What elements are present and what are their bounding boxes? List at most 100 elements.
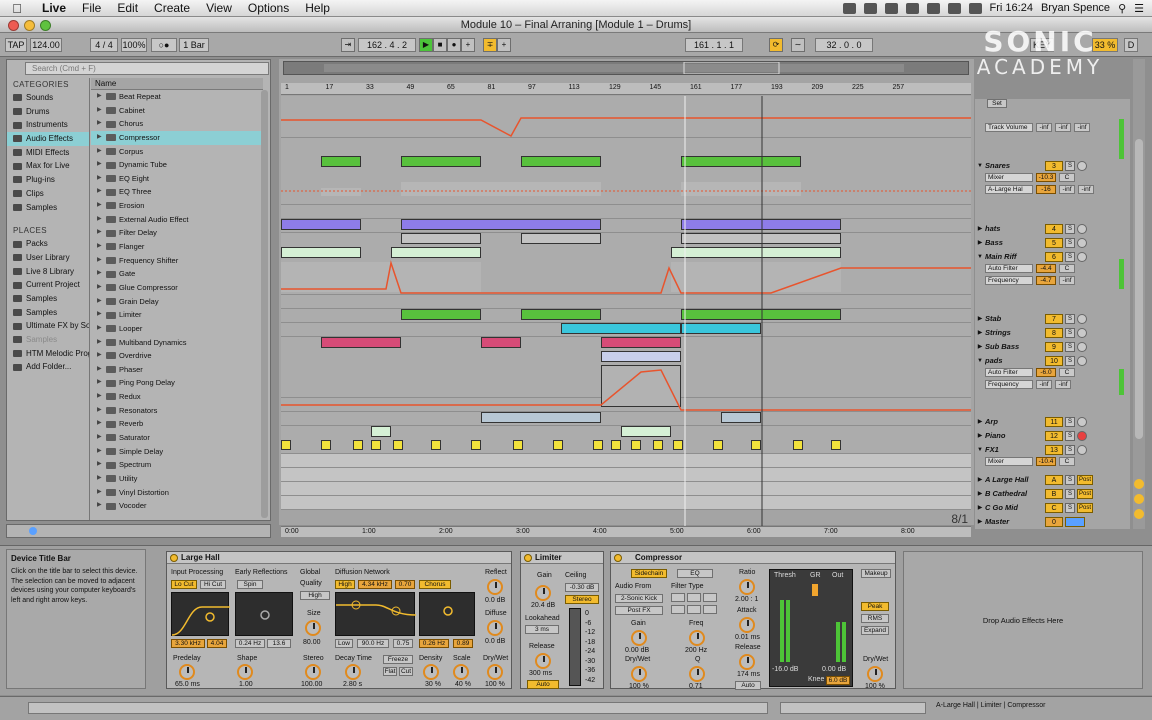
out-value[interactable]: 0.00 dB [822,666,846,673]
menu-options[interactable]: Options [240,1,297,15]
expand-icon[interactable]: ▶ [97,158,103,172]
sidechain-button[interactable]: Sidechain [631,569,667,578]
stereo-knob[interactable] [305,664,321,680]
quality-select[interactable]: High [300,591,330,600]
device-drop-area[interactable]: Drop Audio Effects Here [903,551,1143,689]
lane-stab[interactable] [281,295,971,309]
fold-icon[interactable]: ▼ [975,163,985,169]
fx1-clip[interactable] [793,440,803,450]
density-knob[interactable] [423,664,439,680]
return-a[interactable]: ▶ A Large Hall A S Post [975,473,1130,486]
device-list-item[interactable]: ▶ Filter Delay [91,226,263,240]
clip[interactable] [561,323,681,334]
value-field[interactable]: -4.4 [1036,264,1056,273]
value-field[interactable]: C [1059,264,1075,273]
loop-length[interactable]: 32 . 0 . 0 [815,38,873,52]
track-name[interactable]: C Go Mid [985,503,1043,512]
preview-icon[interactable] [29,527,37,535]
arm-button[interactable] [1077,430,1087,441]
device-power-icon[interactable] [524,554,532,562]
track-name[interactable]: Stab [985,314,1043,323]
metronome-button[interactable]: ○● [151,38,177,52]
volume-field[interactable]: -10.4 [1036,457,1056,466]
fx1-clip[interactable] [751,440,761,450]
menu-view[interactable]: View [198,1,240,15]
tap-button[interactable]: TAP [5,38,27,52]
clip[interactable] [481,412,601,423]
follow-icon[interactable]: ⇥ [341,38,355,52]
set-button[interactable]: Set [987,99,1007,108]
reflect-knob[interactable] [487,579,503,595]
release-knob[interactable] [739,654,755,670]
device-list-item[interactable]: ▶ Gate [91,267,263,281]
diffuse-knob[interactable] [487,620,503,636]
expand-icon[interactable]: ▶ [97,431,103,445]
zoom-field[interactable]: 100% [121,38,147,52]
battery-icon[interactable] [968,2,982,14]
fx1-clip[interactable] [593,440,603,450]
value-field[interactable]: -inf [1036,380,1052,389]
expand-icon[interactable]: ▶ [97,185,103,199]
track-main-riff[interactable]: ▼ Main Riff 6 S [975,250,1130,263]
solo-button[interactable]: S [1065,237,1075,248]
fx1-clip[interactable] [393,440,403,450]
master-track[interactable]: ▶ Master 0 [975,515,1130,528]
filter-type-icon[interactable] [671,593,685,602]
volume-field[interactable]: -10.3 [1036,173,1056,182]
master-activator[interactable]: 0 [1045,516,1063,527]
filter-type-icon[interactable] [687,605,701,614]
chorus-rate-field[interactable]: 0.26 Hz [419,639,449,648]
arm-button[interactable] [1077,160,1087,171]
status-icon[interactable] [884,2,898,14]
drywet-knob[interactable] [487,664,503,680]
solo-button[interactable]: S [1065,341,1075,352]
value-field[interactable]: -6.0 [1036,368,1056,377]
category-item[interactable]: Sounds [7,91,89,105]
device-list-item[interactable]: ▶ Simple Delay [91,445,263,459]
lane-strings[interactable] [281,309,971,323]
track-pads[interactable]: ▼ pads 10 S [975,354,1130,367]
clip[interactable] [401,182,601,196]
diffusion-graph[interactable] [335,592,417,636]
scroll-thumb[interactable] [1135,139,1143,439]
device-list-item[interactable]: ▶ Corpus [91,145,263,159]
solo-button[interactable]: S [1065,355,1075,366]
device-list-item[interactable]: ▶ Redux [91,390,263,404]
clip[interactable] [621,426,671,437]
post-button[interactable]: Post [1077,474,1093,485]
track-activator[interactable]: 10 [1045,355,1063,366]
place-item[interactable]: HTM Melodic Prog [7,347,89,361]
add-icon[interactable]: + [497,38,511,52]
track-activator[interactable]: A [1045,474,1063,485]
track-volume-select[interactable]: Track Volume [985,123,1033,132]
solo-button[interactable]: S [1065,223,1075,234]
arrangement-vscroll[interactable] [1133,59,1145,529]
track-stab[interactable]: ▶ Stab 7 S [975,312,1130,325]
makeup-button[interactable]: Makeup [861,569,891,578]
clip[interactable] [321,156,361,167]
solo-button[interactable]: S [1065,416,1075,427]
solo-button[interactable]: S [1065,313,1075,324]
stereo-button[interactable]: Stereo [565,595,599,604]
clip[interactable] [521,156,601,167]
auto-release-button[interactable]: Auto [527,680,559,689]
device-list-item[interactable]: ▶ Glue Compressor [91,281,263,295]
expand-icon[interactable]: ▶ [97,336,103,350]
expand-icon[interactable]: ▶ [97,90,103,104]
clock[interactable]: Fri 16:24 [990,2,1033,14]
sc-gain-knob[interactable] [631,630,647,646]
expand-icon[interactable]: ▶ [97,486,103,500]
clip[interactable] [521,233,601,244]
attack-knob[interactable] [739,617,755,633]
device-list-item[interactable]: ▶ Flanger [91,240,263,254]
track-bass[interactable]: ▶ Bass 5 S [975,236,1130,249]
track-activator[interactable]: B [1045,488,1063,499]
place-item[interactable]: Samples [7,306,89,320]
gain-knob[interactable] [535,585,551,601]
track-activator[interactable]: 6 [1045,251,1063,262]
track-name[interactable]: Sub Bass [985,342,1043,351]
expand-icon[interactable]: ▶ [97,404,103,418]
clip[interactable] [281,247,361,258]
minimize-icon[interactable] [24,20,35,31]
device-list-item[interactable]: ▶ Multiband Dynamics [91,336,263,350]
